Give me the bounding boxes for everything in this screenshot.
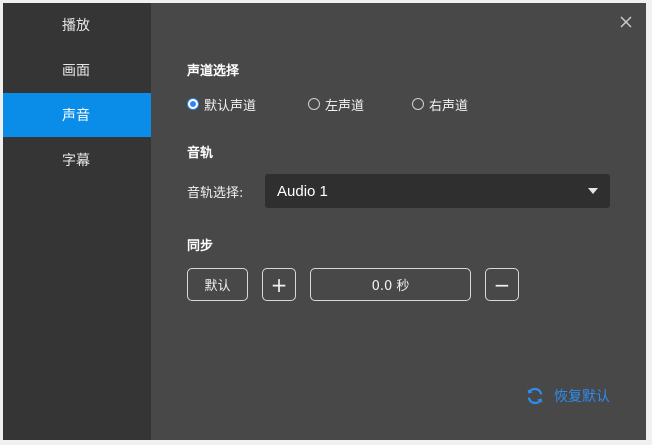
radio-default-channel[interactable]: 默认声道 (187, 95, 257, 114)
close-icon (620, 16, 632, 28)
minus-icon: − (493, 272, 511, 297)
sync-default-button[interactable]: 默认 (187, 268, 248, 301)
sidebar-item-label: 声音 (62, 108, 90, 124)
radio-indicator (308, 98, 320, 110)
radio-label: 默认声道 (204, 98, 257, 114)
plus-icon: + (270, 272, 288, 297)
radio-left-channel[interactable]: 左声道 (308, 95, 365, 114)
sidebar-item-playback[interactable]: 播放 (3, 3, 151, 47)
sidebar-item-label: 字幕 (62, 153, 90, 169)
sidebar-item-audio[interactable]: 声音 (3, 93, 151, 137)
close-button[interactable] (618, 14, 634, 30)
sidebar-item-picture[interactable]: 画面 (3, 48, 151, 92)
sidebar-item-subtitles[interactable]: 字幕 (3, 138, 151, 182)
sync-offset-field[interactable]: 0.0 秒 (310, 268, 471, 301)
sidebar-item-label: 画面 (62, 63, 90, 79)
radio-label: 右声道 (429, 98, 469, 114)
audio-track-value: Audio 1 (277, 182, 328, 200)
sidebar-item-label: 播放 (62, 18, 90, 34)
sync-section-title: 同步 (187, 239, 214, 254)
radio-label: 左声道 (325, 98, 365, 114)
sync-increase-button[interactable]: + (262, 268, 296, 301)
radio-right-channel[interactable]: 右声道 (412, 95, 469, 114)
channel-section-title: 声道选择 (187, 64, 240, 79)
track-select-label: 音轨选择: (187, 186, 244, 201)
track-section-title: 音轨 (187, 146, 214, 161)
caret-down-icon (588, 188, 598, 194)
radio-indicator (412, 98, 424, 110)
sync-offset-value: 0.0 秒 (371, 279, 410, 294)
sync-default-label: 默认 (204, 279, 231, 294)
audio-track-dropdown[interactable]: Audio 1 (265, 174, 610, 208)
restore-defaults-button[interactable]: 恢复默认 (525, 385, 610, 407)
radio-indicator (187, 98, 199, 110)
audio-settings-dialog: 播放 画面 声音 字幕 声道选择 默认声道 左声道 右声道 音轨 音轨选择: A… (3, 3, 646, 440)
settings-sidebar: 播放 画面 声音 字幕 (3, 3, 151, 440)
sync-decrease-button[interactable]: − (485, 268, 519, 301)
restore-defaults-label: 恢复默认 (554, 389, 610, 405)
refresh-icon (527, 387, 543, 405)
